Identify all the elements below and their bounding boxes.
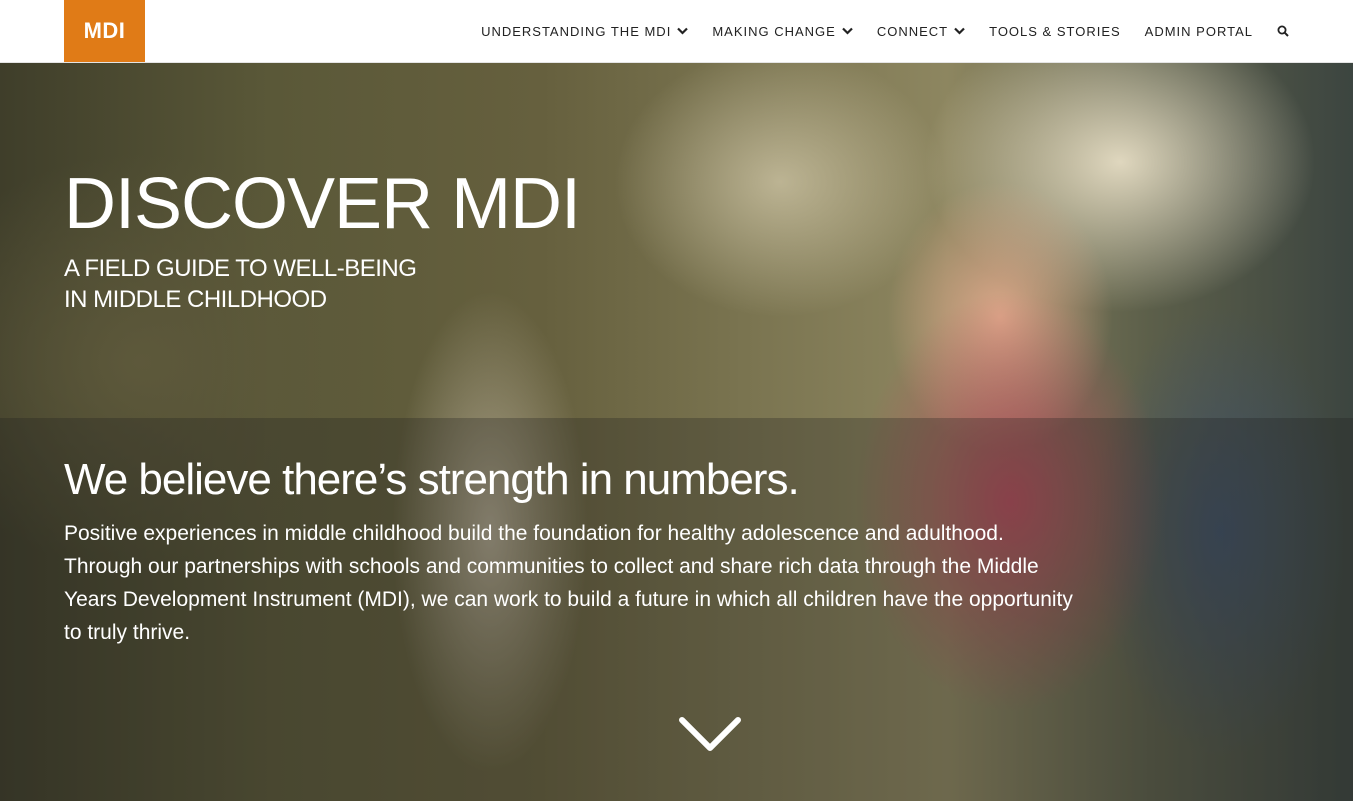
- nav-item-understanding[interactable]: UNDERSTANDING THE MDI: [481, 23, 689, 39]
- logo-text: MDI: [83, 18, 126, 43]
- hero-subtitle-line1: A FIELD GUIDE TO WELL-BEING: [64, 255, 417, 282]
- chevron-down-icon: [842, 27, 853, 35]
- hero-headline: We believe there’s strength in numbers.: [64, 455, 800, 504]
- hero-subtitle-line2: IN MIDDLE CHILDHOOD: [64, 286, 327, 313]
- chevron-down-icon: [677, 27, 689, 35]
- nav-item-making-change[interactable]: MAKING CHANGE: [712, 24, 853, 39]
- nav-item-label: TOOLS & STORIES: [989, 23, 1121, 39]
- nav-item-tools-stories[interactable]: TOOLS & STORIES: [989, 24, 1121, 39]
- hero-section: DISCOVER MDI A FIELD GUIDE TO WELL-BEING…: [0, 62, 1353, 801]
- chevron-down-icon[interactable]: [678, 714, 742, 756]
- nav-item-label: ADMIN PORTAL: [1144, 23, 1253, 39]
- hero-subtitle: A FIELD GUIDE TO WELL-BEING IN MIDDLE CHI…: [64, 253, 484, 315]
- nav-item-label: UNDERSTANDING THE MDI: [481, 23, 672, 39]
- logo[interactable]: MDI: [64, 0, 145, 62]
- hero-title: DISCOVER MDI: [64, 164, 581, 244]
- main-nav: UNDERSTANDING THE MDI MAKING CHANGE CONN…: [457, 0, 1289, 62]
- nav-item-connect[interactable]: CONNECT: [877, 24, 965, 39]
- chevron-down-icon: [954, 27, 965, 35]
- nav-item-label: MAKING CHANGE: [712, 23, 836, 39]
- nav-item-label: CONNECT: [876, 23, 949, 39]
- search-icon[interactable]: [1277, 25, 1289, 37]
- site-header: MDI UNDERSTANDING THE MDI MAKING CHANGE …: [0, 0, 1353, 63]
- hero-body: Positive experiences in middle childhood…: [64, 522, 1073, 644]
- nav-item-admin-portal[interactable]: ADMIN PORTAL: [1145, 24, 1253, 39]
